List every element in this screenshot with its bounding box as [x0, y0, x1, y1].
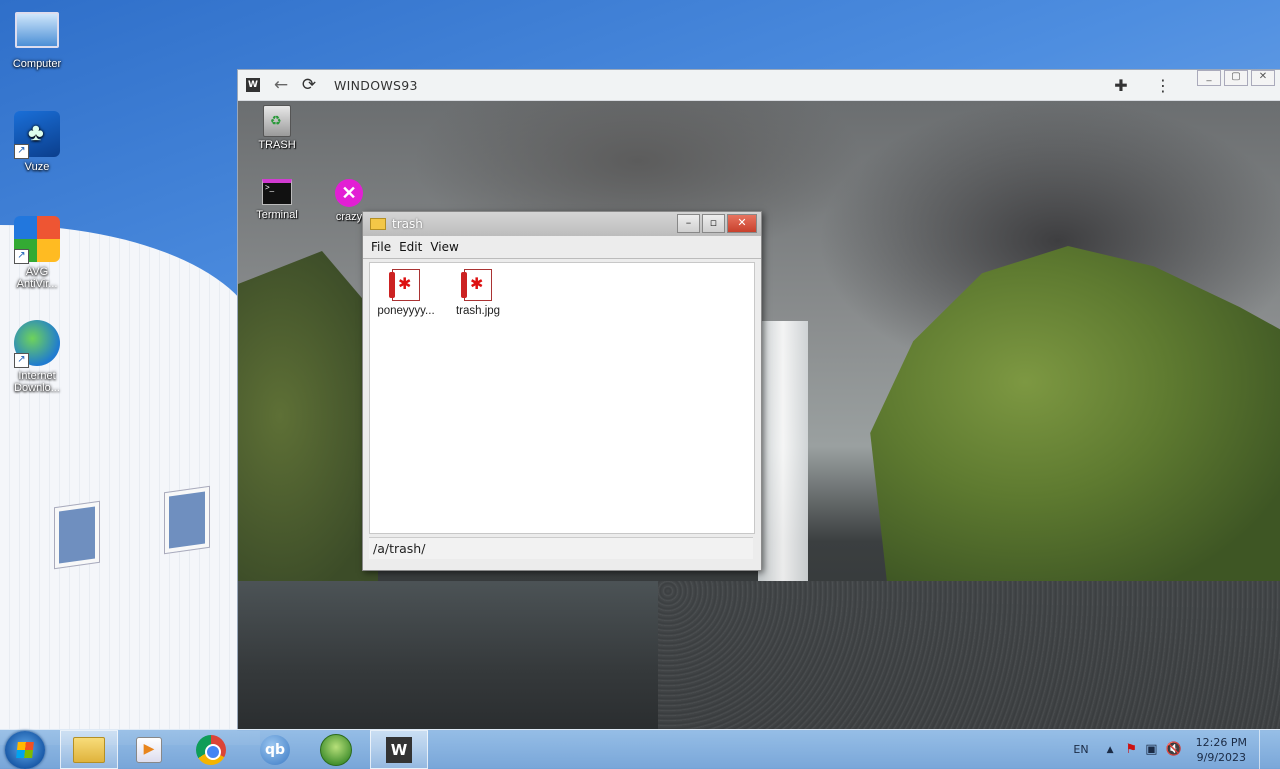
- language-indicator[interactable]: EN: [1073, 743, 1088, 756]
- desktop-icon-label: Vuze: [24, 161, 50, 173]
- media-player-icon: ▶: [136, 736, 162, 763]
- wallpaper-cliff-right: [870, 246, 1280, 586]
- w93-icon-trash[interactable]: ♻ TRASH: [244, 105, 310, 151]
- windows93-icon: W: [386, 736, 412, 763]
- site-favicon-icon: W: [246, 78, 260, 92]
- avg-antivirus-icon: ↗: [14, 216, 60, 264]
- window-controls: _ ▢ ✕: [1194, 70, 1275, 86]
- windows-orb-icon: [320, 733, 352, 766]
- building-window: [165, 486, 209, 554]
- chrome-icon: [196, 734, 226, 765]
- file-name: poneyyyy...: [377, 305, 435, 317]
- taskbar-media-player[interactable]: ▶: [120, 730, 178, 769]
- show-hidden-icons-icon[interactable]: ▲: [1107, 745, 1114, 755]
- network-icon[interactable]: ▣: [1145, 742, 1157, 757]
- maximize-button[interactable]: ▢: [1224, 70, 1248, 86]
- taskbar: ▶ qb W EN ▲ ⚑ ▣ 🔇 12:26 PM 9/9/2023: [0, 729, 1280, 769]
- trash-explorer-window: trash – ▫ ✕ File Edit View poneyyyy...: [362, 211, 762, 571]
- menu-view[interactable]: View: [430, 240, 458, 254]
- computer-icon: [15, 12, 59, 48]
- clock-date: 9/9/2023: [1196, 750, 1247, 764]
- start-button[interactable]: [5, 731, 45, 769]
- taskbar-qbittorrent[interactable]: qb: [246, 730, 304, 769]
- taskbar-chrome[interactable]: [182, 730, 240, 769]
- explorer-path-bar: /a/trash/: [369, 537, 753, 559]
- folder-icon: [370, 218, 386, 230]
- file-item[interactable]: trash.jpg: [442, 265, 514, 317]
- desktop-icon-idm[interactable]: ↗ Internet Downlo...: [0, 320, 74, 394]
- shortcut-arrow-icon: ↗: [14, 144, 29, 159]
- windows93-desktop: ♻ TRASH >_ Terminal ✕ crazy trash – ▫ ✕: [238, 101, 1280, 730]
- file-item[interactable]: poneyyyy...: [370, 265, 442, 317]
- explorer-title: trash: [392, 217, 423, 231]
- back-arrow-icon[interactable]: ←: [270, 74, 292, 96]
- desktop-icon-label: Internet Downlo...: [14, 370, 60, 394]
- browser-toolbar-right: ✚ ⋮ _ ▢ ✕: [1106, 70, 1280, 100]
- show-desktop-button[interactable]: [1259, 730, 1270, 769]
- explorer-file-area: poneyyyy... trash.jpg: [369, 262, 755, 534]
- vuze-frog-icon: ♣ ↗: [14, 111, 60, 159]
- desktop-icon-label: Computer: [12, 58, 62, 70]
- shortcut-arrow-icon: ↗: [14, 353, 29, 368]
- clock[interactable]: 12:26 PM 9/9/2023: [1196, 735, 1247, 765]
- browser-menu-icon[interactable]: ⋮: [1148, 76, 1178, 95]
- qbittorrent-icon: qb: [260, 734, 290, 765]
- w93-icon-terminal[interactable]: >_ Terminal: [244, 179, 310, 221]
- minimize-button[interactable]: _: [1197, 70, 1221, 86]
- image-file-icon: [461, 269, 492, 301]
- folder-icon: [73, 736, 105, 763]
- taskbar-file-explorer[interactable]: [60, 730, 118, 769]
- action-center-flag-icon[interactable]: ⚑: [1126, 742, 1138, 757]
- explorer-close-button[interactable]: ✕: [727, 214, 757, 233]
- explorer-menubar: File Edit View: [363, 236, 761, 259]
- wallpaper-waterfall: [758, 321, 808, 581]
- w93-icon-label: Terminal: [256, 209, 298, 221]
- page-title: WINDOWS93: [334, 77, 418, 93]
- terminal-icon: >_: [262, 179, 292, 205]
- shortcut-arrow-icon: ↗: [14, 249, 29, 264]
- close-button[interactable]: ✕: [1251, 70, 1275, 86]
- taskbar-windows93[interactable]: W: [370, 730, 428, 769]
- clock-time: 12:26 PM: [1195, 735, 1247, 749]
- wallpaper-cliff-left: [238, 251, 378, 581]
- explorer-maximize-button[interactable]: ▫: [702, 214, 725, 233]
- recycle-bin-icon: ♻: [263, 105, 291, 137]
- browser-window: W ← ⟳ WINDOWS93 ✚ ⋮ _ ▢ ✕ ♻ TRASH >_ Ter…: [237, 69, 1280, 731]
- explorer-titlebar[interactable]: trash – ▫ ✕: [363, 212, 761, 236]
- building-window: [55, 501, 99, 569]
- desktop-wallpaper-building: [0, 225, 260, 745]
- system-tray: EN ▲ ⚑ ▣ 🔇 12:26 PM 9/9/2023: [1073, 730, 1270, 769]
- w93-icon-label: TRASH: [258, 139, 296, 151]
- extensions-puzzle-icon[interactable]: ✚: [1106, 76, 1136, 95]
- desktop-icon-computer[interactable]: Computer: [0, 8, 74, 70]
- crazy-x-icon: ✕: [335, 179, 363, 207]
- file-name: trash.jpg: [455, 305, 501, 317]
- wallpaper-gravel: [658, 581, 1280, 730]
- taskbar-windows[interactable]: [307, 730, 365, 769]
- volume-muted-icon[interactable]: 🔇: [1165, 742, 1181, 757]
- desktop-icon-vuze[interactable]: ♣ ↗ Vuze: [0, 111, 74, 173]
- internet-download-manager-icon: ↗: [14, 320, 60, 368]
- desktop-icon-label: AVG AntiVir...: [16, 266, 58, 290]
- explorer-window-controls: – ▫ ✕: [675, 214, 757, 233]
- desktop-icon-avg[interactable]: ↗ AVG AntiVir...: [0, 216, 74, 290]
- explorer-minimize-button[interactable]: –: [677, 214, 700, 233]
- browser-toolbar: W ← ⟳ WINDOWS93 ✚ ⋮ _ ▢ ✕: [238, 70, 1280, 101]
- menu-file[interactable]: File: [371, 240, 391, 254]
- image-file-icon: [389, 269, 420, 301]
- menu-edit[interactable]: Edit: [399, 240, 422, 254]
- reload-icon[interactable]: ⟳: [298, 74, 320, 96]
